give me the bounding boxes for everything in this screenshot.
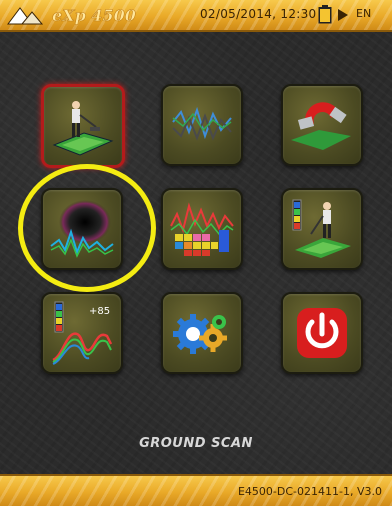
svg-text:+85: +85 bbox=[89, 306, 110, 317]
svg-text:eXp 4500: eXp 4500 bbox=[52, 6, 136, 25]
bottom-status-bar: E4500-DC-021411-1, V3.0 bbox=[0, 474, 392, 506]
top-status-bar: eXp 4500 02/05/2014, 12:30 EN bbox=[0, 0, 392, 32]
play-arrow-icon[interactable] bbox=[338, 9, 348, 21]
power-icon bbox=[297, 308, 347, 358]
power-button[interactable] bbox=[281, 292, 363, 374]
magnetometer-button[interactable] bbox=[281, 84, 363, 166]
device-screen: eXp 4500 02/05/2014, 12:30 EN +85 GROUND… bbox=[0, 0, 392, 506]
periodic-table-icon bbox=[170, 202, 234, 256]
date-time-display: 02/05/2014, 12:30 bbox=[200, 7, 317, 21]
language-indicator[interactable]: EN bbox=[356, 7, 371, 20]
selected-mode-label: GROUND SCAN bbox=[139, 436, 253, 451]
ground-scan-icon bbox=[52, 101, 114, 156]
signal-tracking-button[interactable] bbox=[161, 84, 243, 166]
highlight-circle bbox=[18, 164, 156, 292]
gears-icon bbox=[173, 314, 227, 354]
automatic-scan-button[interactable] bbox=[281, 188, 363, 270]
magnet-icon bbox=[291, 102, 351, 150]
ground-scan-button[interactable] bbox=[41, 84, 125, 168]
signal-tracking-icon bbox=[172, 106, 232, 141]
battery-icon bbox=[318, 5, 332, 24]
firmware-version: E4500-DC-021411-1, V3.0 bbox=[237, 485, 382, 498]
depth-measurement-button[interactable]: +85 bbox=[41, 292, 123, 374]
brand-logo: eXp 4500 bbox=[7, 6, 136, 25]
settings-button[interactable] bbox=[161, 292, 243, 374]
mineral-discrimination-button[interactable] bbox=[161, 188, 243, 270]
automatic-scan-icon bbox=[292, 199, 351, 258]
depth-meter-icon: +85 bbox=[52, 301, 113, 365]
